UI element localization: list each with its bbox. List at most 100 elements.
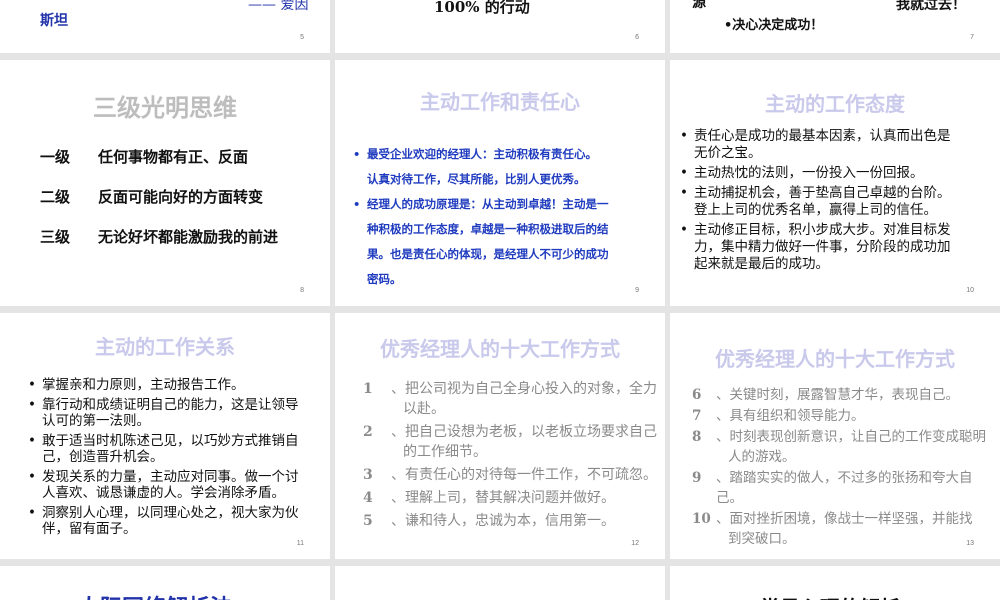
slide-14: 人际网络解析法 (0, 566, 330, 600)
bullet-icon: • (28, 505, 36, 521)
slide-16: 常见心理的解析 (670, 566, 1000, 600)
item-number: 5 (363, 513, 373, 529)
list-item: • 责任心是成功的最基本因素，认真而出色是 无价之宝。 (680, 128, 985, 162)
list-item-line: 靠行动和成绩证明自己的能力，这是让领导 (42, 397, 299, 413)
list-item-line: 以赴。 (403, 401, 445, 417)
list-item: 9 、踏踏实实的做人，不过多的张扬和夸大自己。 (692, 468, 998, 508)
list-item: 10 、面对挫折困境，像战士一样坚强，并能找 到突破口。 (692, 509, 998, 549)
list-item-line: 、关键时刻，展露智慧才华，表现自己。 (716, 387, 959, 403)
list-item: 4 、理解上司，替其解决问题并做好。 (363, 488, 661, 508)
level-text: 无论好坏都能激励我的前进 (98, 228, 279, 246)
list-item-line: 主动热忱的法则，一份投入一份回报。 (694, 165, 924, 181)
numbered-list: 6 、关键时刻，展露智慧才华，表现自己。 7 、具有组织和领导能力。 8 、时刻表现创新意… (692, 385, 998, 550)
list-item: 7 、具有组织和领导能力。 (692, 406, 998, 426)
list-item-line: 责任心是成功的最基本因素，认真而出色是 (694, 128, 951, 144)
list-item-line: 掌握亲和力原则，主动报告工作。 (42, 377, 245, 393)
list-item-line: 果。也是责任心的体现，是经理人不可少的成功 (367, 247, 609, 261)
item-number: 3 (363, 467, 373, 483)
slide-number: 13 (966, 540, 974, 547)
list-item-line: 发现关系的力量，主动应对同事。做一个讨 (42, 469, 299, 485)
slide-title: 优秀经理人的十大工作方式 (380, 337, 620, 361)
list-item-line: 无价之宝。 (694, 145, 762, 161)
list-item-line: 洞察别人心理，以同理心处之，视大家为伙 (42, 505, 299, 521)
item-number: 4 (363, 490, 373, 506)
list-item: 2 、把自己设想为老板，以老板立场要求自己 的工作细节。 (363, 422, 661, 462)
item-number: 6 (692, 387, 702, 403)
level-row: 一级 任何事物都有正、反面 (40, 146, 278, 186)
slide-7-right-text: 我就过去！ (896, 0, 966, 13)
slide-number: 5 (300, 34, 304, 41)
slide-16-title: 常见心理的解析 (760, 592, 900, 600)
slide-number: 11 (296, 540, 304, 547)
bullet-icon: • (28, 433, 36, 449)
list-item-line: 、理解上司，替其解决问题并做好。 (391, 490, 615, 506)
list-item: • 最受企业欢迎的经理人：主动积极有责任心。 认真对待工作，尽其所能，比别人更优秀。 (353, 142, 658, 192)
list-item: 5 、谦和待人，忠诚为本，信用第一。 (363, 511, 661, 531)
list-item-line: 力，集中精力做好一件事，分阶段的成功加 (694, 239, 951, 255)
slide-7-bullet: •决心决定成功！ (724, 18, 824, 33)
slide-number: 12 (631, 540, 639, 547)
list-item-line: 种积极的工作态度，卓越是一种积极进取后的结 (367, 222, 609, 236)
slide-7: 源 我就过去！ •决心决定成功！ 7 (670, 0, 1000, 53)
item-number: 1 (363, 381, 373, 397)
list-item-line: 敢于适当时机陈述己见，以巧妙方式推销自 (42, 433, 299, 449)
bullet-icon: • (28, 397, 36, 413)
bullet-icon: • (680, 185, 688, 201)
list-item: • 主动修正目标，积小步成大步。对准目标发 力，集中精力做好一件事，分阶段的成功加起… (680, 222, 985, 273)
list-item: 6 、关键时刻，展露智慧才华，表现自己。 (692, 385, 998, 405)
list-item-line: 、具有组织和领导能力。 (716, 408, 865, 424)
list-item: 3 、有责任心的对待每一件工作，不可疏忽。 (363, 465, 661, 485)
list-item-line: 人的游戏。 (728, 449, 796, 465)
level-name: 一级 (40, 148, 71, 166)
slide-title: 主动的工作关系 (95, 335, 235, 359)
item-number: 10 (692, 511, 711, 527)
level-text: 反面可能向好的方面转变 (98, 188, 264, 206)
item-number: 8 (692, 429, 702, 445)
slide-5-right-text: —— 爱因 (248, 0, 309, 13)
slide-number: 8 (300, 287, 304, 294)
item-number: 9 (692, 470, 702, 486)
slide-number: 9 (635, 287, 639, 294)
list-item: • 主动热忱的法则，一份投入一份回报。 (680, 165, 985, 182)
slide-13: 优秀经理人的十大工作方式 6 、关键时刻，展露智慧才华，表现自己。 7 、具有组织和领… (670, 313, 1000, 559)
slide-number: 10 (966, 287, 974, 294)
level-name: 二级 (40, 188, 71, 206)
list-item-line: 、时刻表现创新意识，让自己的工作变成聪明 (716, 429, 986, 445)
slide-5-left-text: 斯坦 (40, 13, 68, 29)
list-item-line: 最受企业欢迎的经理人：主动积极有责任心。 (367, 147, 597, 161)
list-item: • 发现关系的力量，主动应对同事。做一个讨 人喜欢、诚恳谦虚的人。学会消除矛盾。 (28, 469, 326, 501)
bullet-icon: • (353, 197, 361, 211)
slide-number: 6 (635, 34, 639, 41)
slide-15 (335, 566, 665, 600)
list-item-line: 认可的第一法则。 (42, 413, 150, 429)
list-item-line: 的工作细节。 (403, 444, 487, 460)
list-item: • 靠行动和成绩证明自己的能力，这是让领导 认可的第一法则。 (28, 397, 326, 429)
slide-14-title: 人际网络解析法 (78, 590, 232, 600)
list-item-line: 己，创造晋升机会。 (42, 449, 164, 465)
slide-title: 主动的工作态度 (765, 92, 905, 116)
list-item: 8 、时刻表现创新意识，让自己的工作变成聪明人的游戏。 (692, 427, 998, 467)
level-text: 任何事物都有正、反面 (98, 148, 249, 166)
slide-8: 三级光明思维 一级 任何事物都有正、反面 二级 反面可能向好的方面转变 三级 无论好坏都能… (0, 60, 330, 306)
list-item: • 主动捕捉机会，善于垫高自己卓越的台阶。 登上上司的优秀名单，赢得上司的信任。 (680, 185, 985, 219)
list-item-line: 主动修正目标，积小步成大步。对准目标发 (694, 222, 951, 238)
list-item-line: 认真对待工作，尽其所能，比别人更优秀。 (367, 172, 586, 186)
list-item-line: 、有责任心的对待每一件工作，不可疏忽。 (391, 467, 657, 483)
slide-6: 100% 的行动 6 (335, 0, 665, 53)
levels-list: 一级 任何事物都有正、反面 二级 反面可能向好的方面转变 三级 无论好坏都能激励我的前进 (40, 146, 278, 266)
slide-7-left-text: 源 (692, 0, 706, 11)
list-item-line: 登上上司的优秀名单，赢得上司的信任。 (694, 202, 937, 218)
item-number: 2 (363, 424, 373, 440)
bullet-icon: • (353, 147, 361, 161)
slide-5: 斯坦 —— 爱因 5 (0, 0, 330, 53)
bullet-list: • 责任心是成功的最基本因素，认真而出色是 无价之宝。 • 主动热忱的法则，一份投入一份… (680, 128, 985, 276)
slide-12: 优秀经理人的十大工作方式 1 、把公司视为自己全身心投入的对象，全力 以赴。 2 、把自… (335, 313, 665, 559)
list-item-line: 、踏踏实实的做人，不过多的张扬和夸大自己。 (716, 470, 973, 506)
slide-title: 三级光明思维 (93, 94, 237, 122)
bullet-list: • 最受企业欢迎的经理人：主动积极有责任心。 认真对待工作，尽其所能，比别人更优秀。… (353, 142, 658, 292)
slide-title: 优秀经理人的十大工作方式 (715, 347, 955, 371)
list-item-line: 、谦和待人，忠诚为本，信用第一。 (391, 513, 615, 529)
bullet-icon: • (680, 165, 688, 181)
list-item-line: 到突破口。 (728, 531, 796, 547)
list-item: • 经理人的成功原理是：从主动到卓越！主动是一 种积极的工作态度，卓越是一种积极进取… (353, 192, 658, 292)
